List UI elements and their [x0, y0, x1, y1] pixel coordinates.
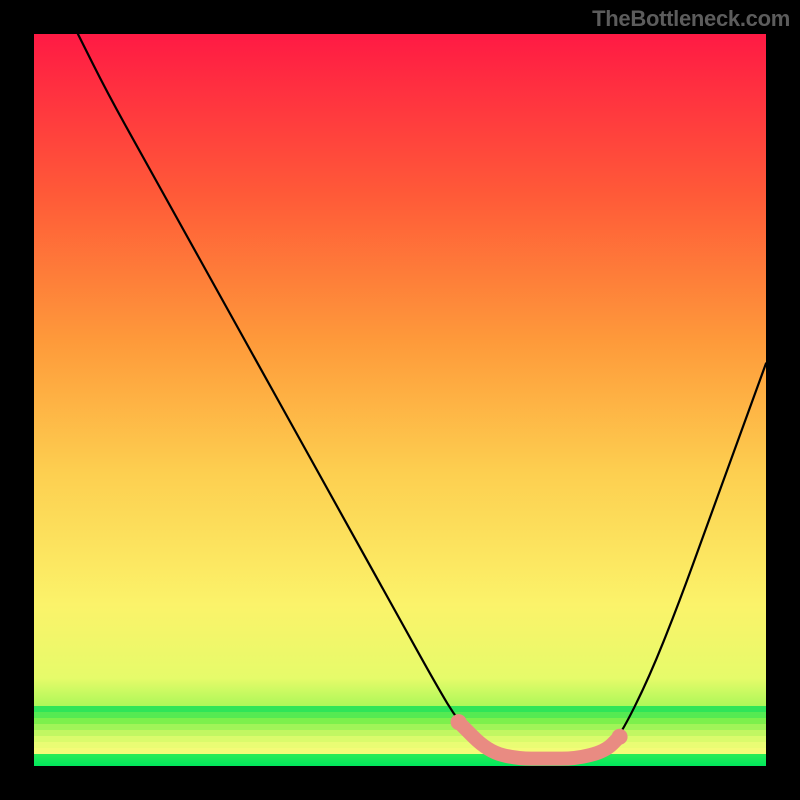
- bottleneck-curve: [78, 34, 766, 759]
- highlight-end-dot: [612, 729, 628, 745]
- optimal-range-highlight: [459, 722, 620, 759]
- chart-svg: [34, 34, 766, 766]
- highlight-start-dot: [451, 714, 467, 730]
- watermark-text: TheBottleneck.com: [592, 6, 790, 32]
- chart-plot-area: [34, 34, 766, 766]
